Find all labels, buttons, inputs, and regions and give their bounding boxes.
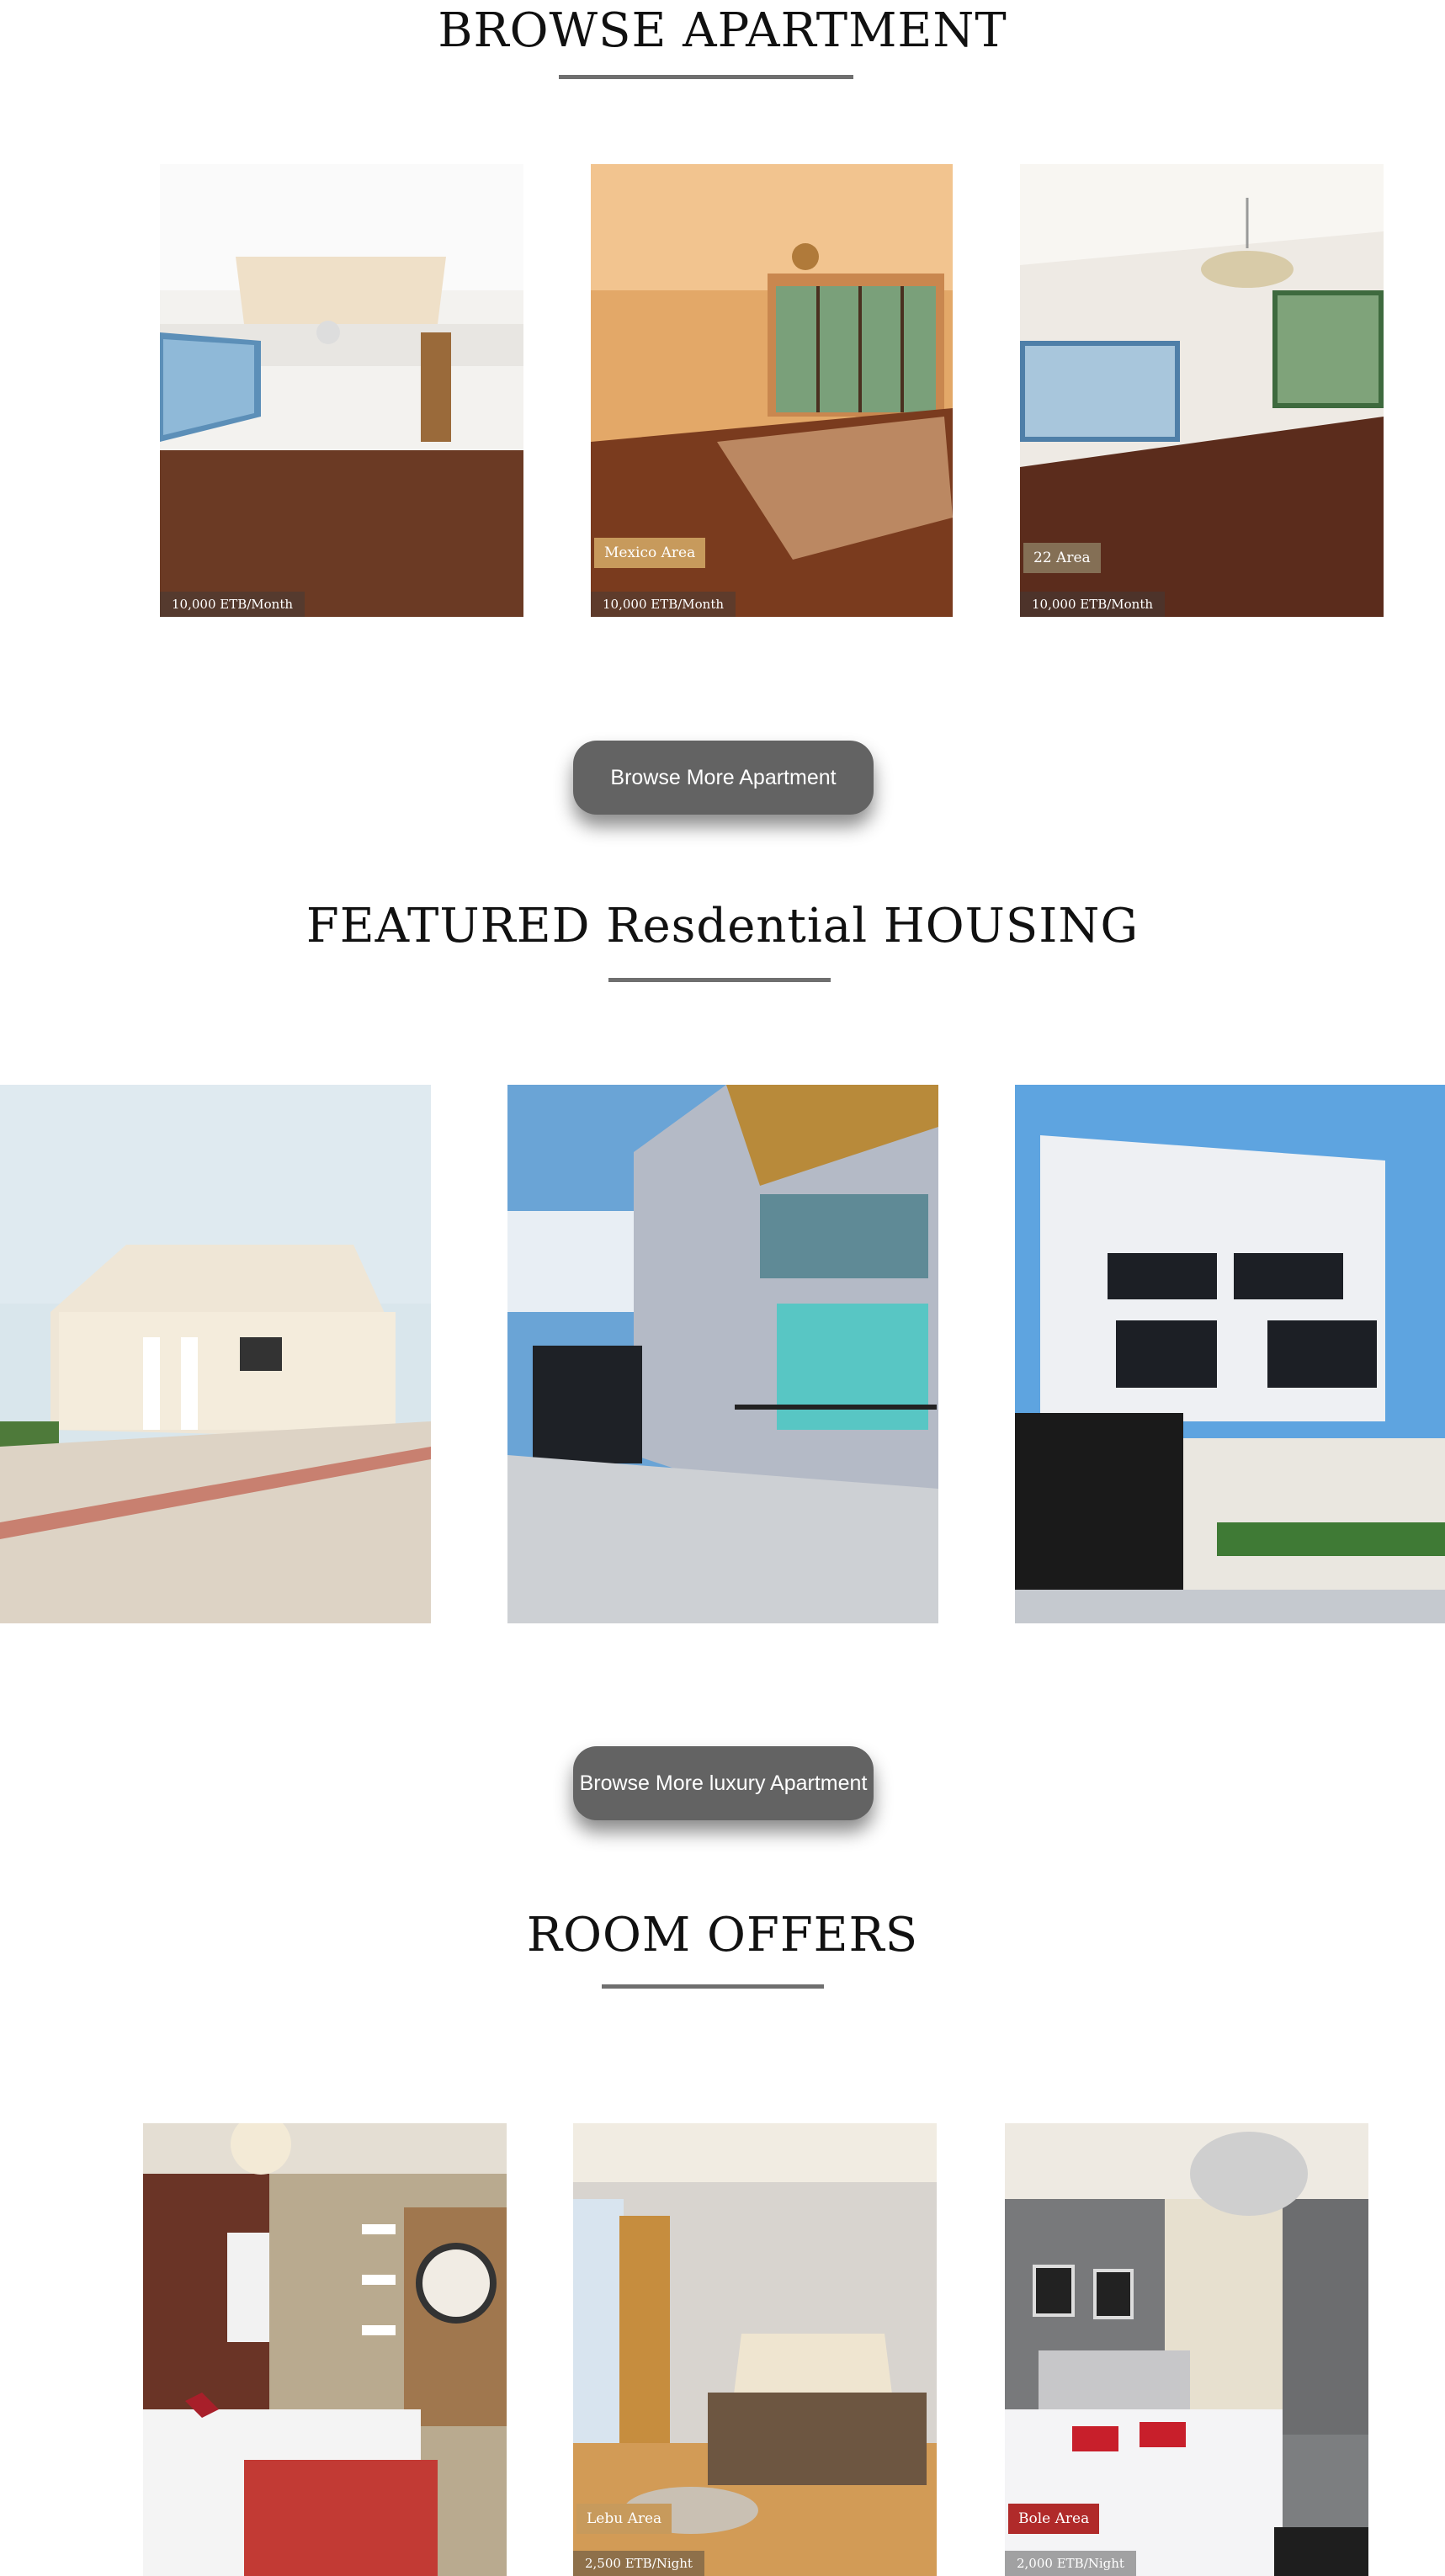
apartment-area-tag-2: Mexico Area: [594, 538, 706, 568]
browse-more-luxury-apartment-button[interactable]: Browse More luxury Apartment: [573, 1746, 874, 1820]
room-offers-title: ROOM OFFERS: [526, 1908, 919, 1963]
room-card-3[interactable]: Bole Area 2,000 ETB/Night: [1005, 2123, 1368, 2576]
browse-more-apartment-button[interactable]: Browse More Apartment: [573, 741, 874, 815]
room-area-tag-2: Lebu Area: [576, 2504, 672, 2534]
housing-card-3[interactable]: [1015, 1085, 1445, 1623]
apartment-photo-1: [160, 164, 523, 617]
room-offers-underline: [602, 1984, 824, 1989]
apartment-price-1: 10,000 ETB/Month: [160, 592, 305, 617]
apartment-area-tag-3: 22 Area: [1023, 543, 1101, 573]
housing-card-2[interactable]: [507, 1085, 938, 1623]
room-card-1[interactable]: [143, 2123, 507, 2576]
browse-apartment-title: BROWSE APARTMENT: [438, 3, 1007, 58]
apartment-card-1[interactable]: 10,000 ETB/Month: [160, 164, 523, 617]
apartment-price-2: 10,000 ETB/Month: [591, 592, 736, 617]
browse-apartment-underline: [559, 75, 853, 79]
room-card-2[interactable]: Lebu Area 2,500 ETB/Night: [573, 2123, 937, 2576]
apartment-card-2[interactable]: Mexico Area 10,000 ETB/Month: [591, 164, 953, 617]
room-price-3: 2,000 ETB/Night: [1005, 2551, 1136, 2576]
room-photo-1: [143, 2123, 507, 2576]
apartment-card-3[interactable]: 22 Area 10,000 ETB/Month: [1020, 164, 1384, 617]
featured-housing-underline: [608, 978, 831, 982]
room-area-tag-3: Bole Area: [1008, 2504, 1100, 2534]
housing-photo-2: [507, 1085, 938, 1623]
housing-photo-1: [0, 1085, 431, 1623]
apartment-price-3: 10,000 ETB/Month: [1020, 592, 1166, 617]
room-price-2: 2,500 ETB/Night: [573, 2551, 704, 2576]
housing-card-1[interactable]: [0, 1085, 431, 1623]
housing-photo-3: [1015, 1085, 1445, 1623]
featured-housing-title: FEATURED Resdential HOUSING: [305, 899, 1140, 953]
